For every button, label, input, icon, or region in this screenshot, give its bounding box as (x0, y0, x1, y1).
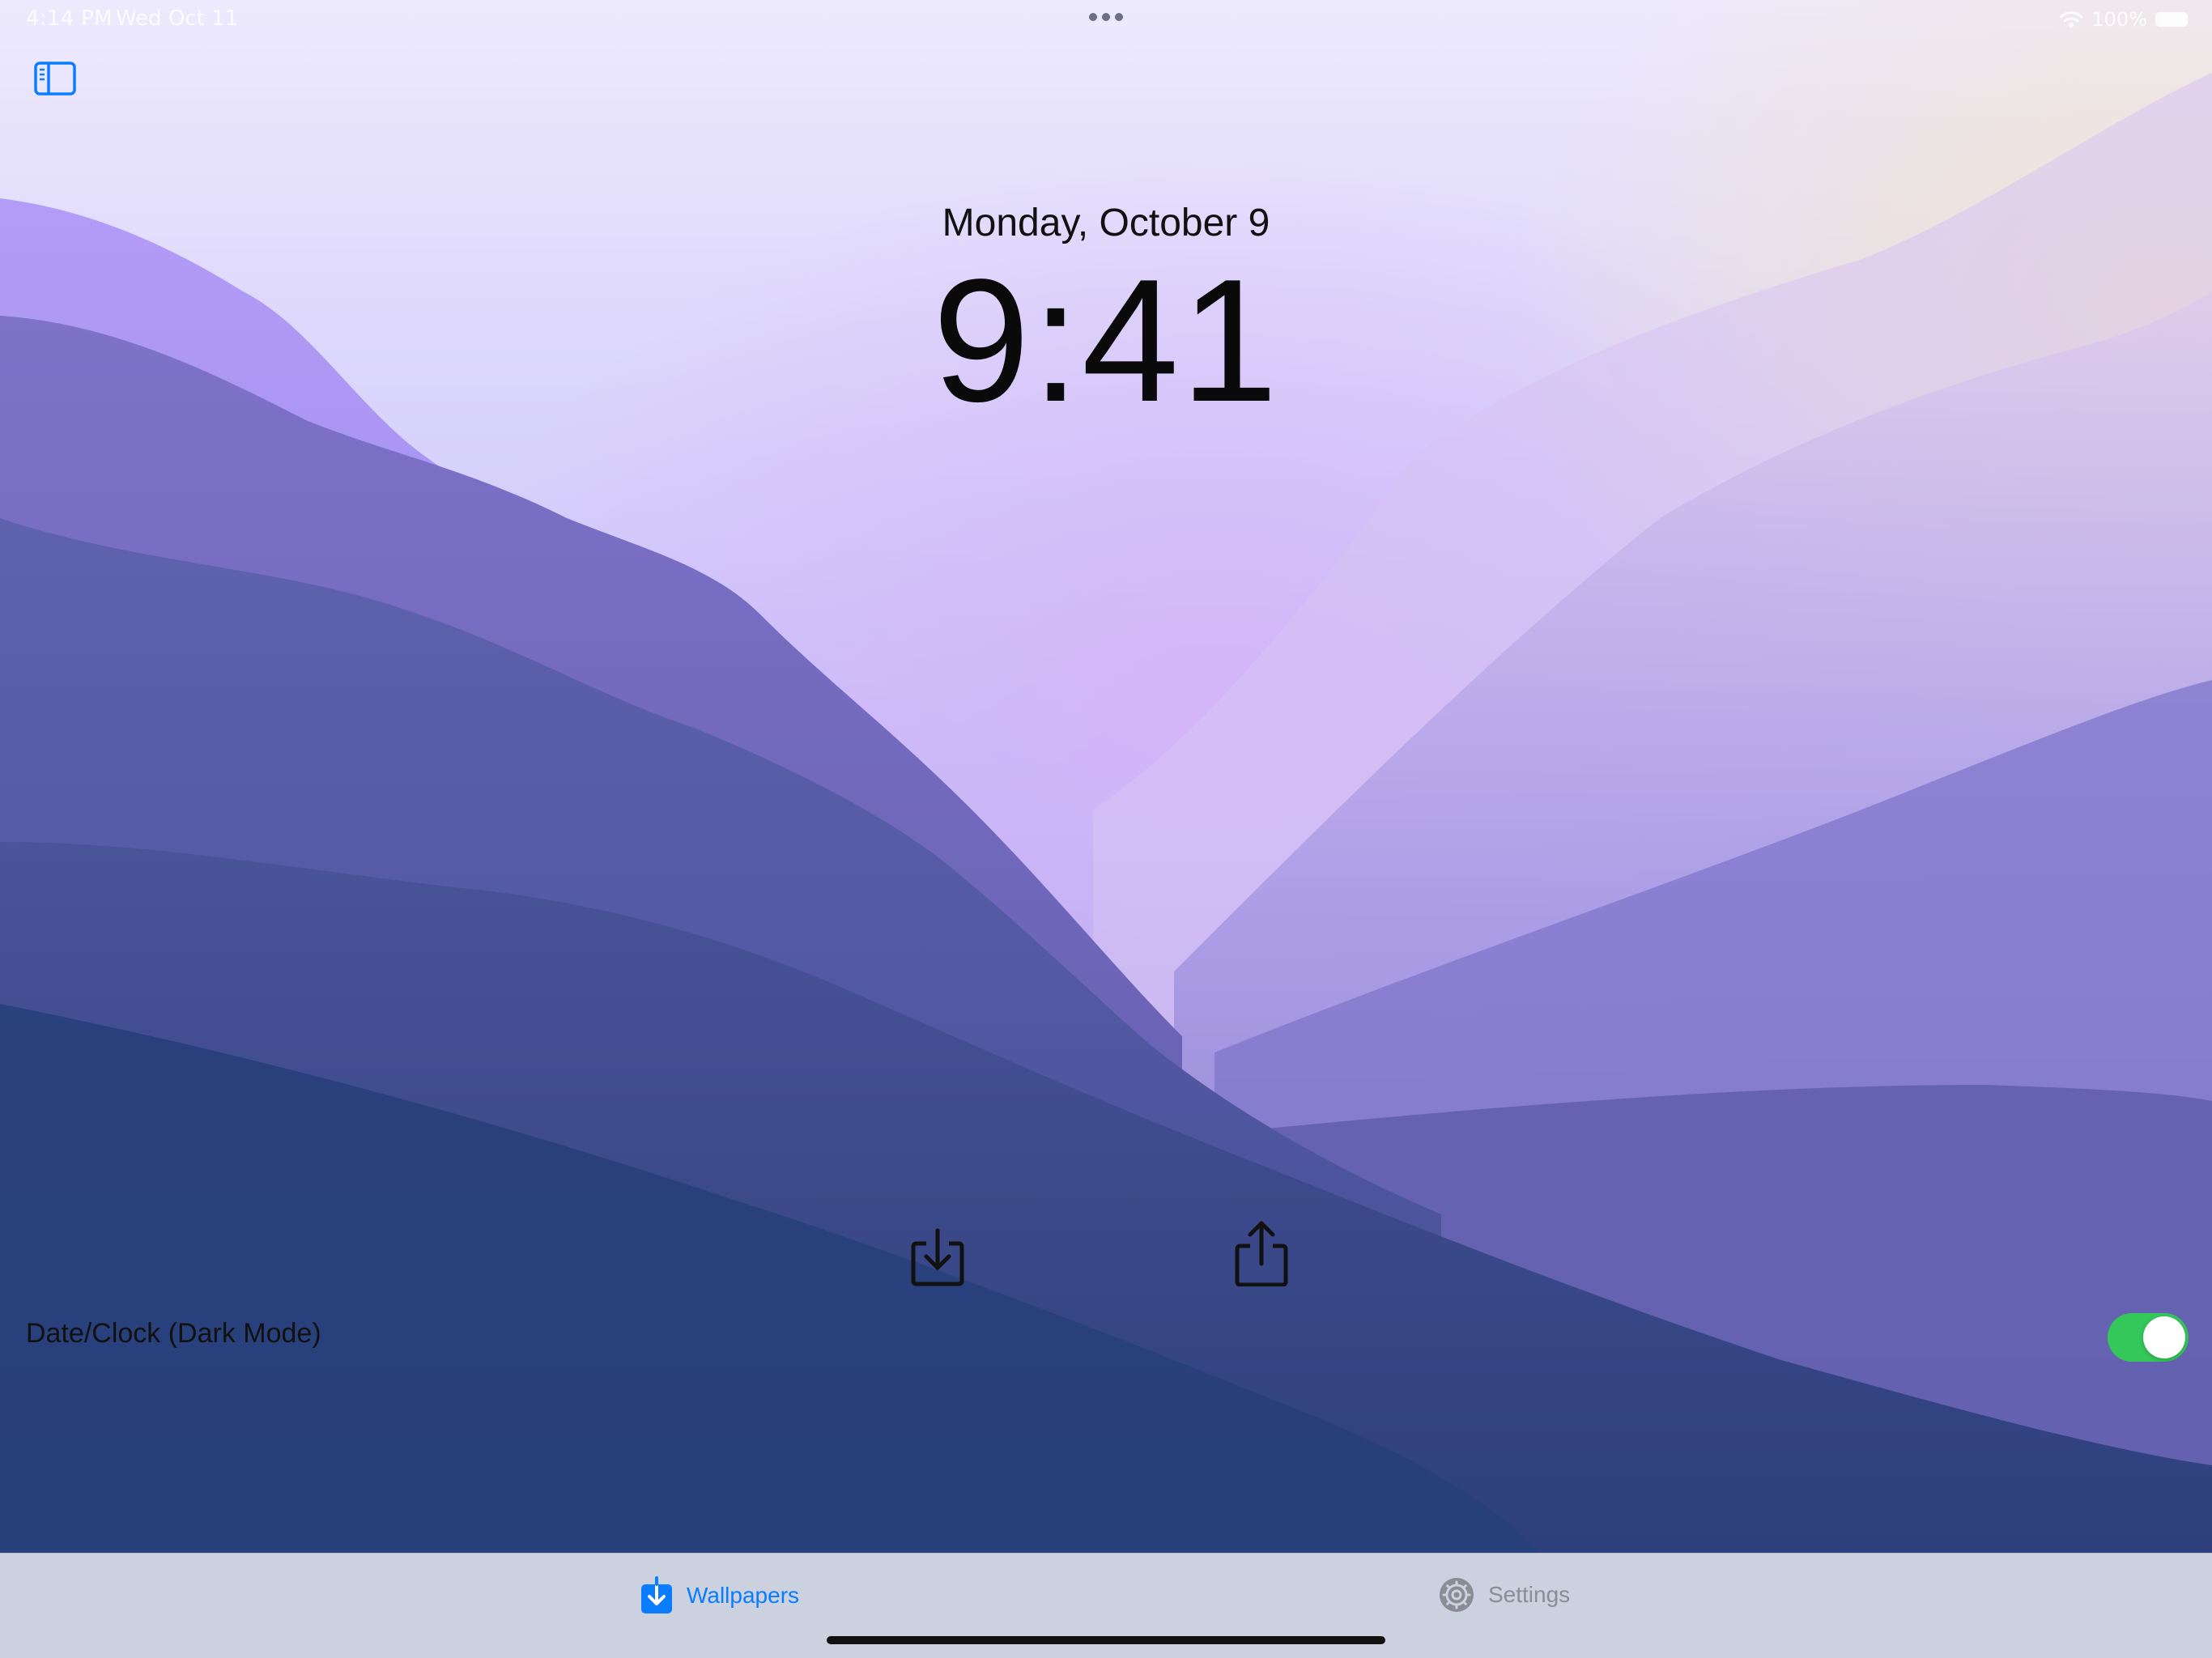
share-icon[interactable] (1229, 1218, 1294, 1286)
status-indicators: 100% (2059, 8, 2188, 31)
status-date: Wed Oct 11 (116, 6, 239, 31)
tab-settings[interactable]: Settings (1438, 1576, 1570, 1613)
home-indicator[interactable] (827, 1636, 1385, 1644)
wifi-icon (2059, 11, 2083, 28)
lock-screen-time: 9:41 (932, 242, 1280, 438)
lock-screen-date: Monday, October 9 (942, 202, 1270, 244)
toggle-knob (2143, 1316, 2185, 1358)
screen: 4:14 PM Wed Oct 11 100% Monday, October … (0, 0, 2212, 1658)
tab-bar: Wallpapers Settings (0, 1553, 2212, 1658)
battery-icon (2155, 12, 2188, 27)
tab-settings-label: Settings (1488, 1582, 1571, 1607)
sidebar-toggle-icon[interactable] (32, 58, 81, 100)
tab-wallpapers-label: Wallpapers (687, 1583, 800, 1608)
multitasking-dots-icon[interactable] (1087, 11, 1125, 23)
battery-percentage: 100% (2091, 8, 2147, 31)
dark-mode-label: Date/Clock (Dark Mode) (26, 1318, 321, 1349)
save-to-photos-icon[interactable] (905, 1222, 970, 1290)
gear-icon (1440, 1578, 1474, 1612)
status-time: 4:14 PM (26, 6, 113, 31)
dark-mode-toggle[interactable] (2108, 1313, 2189, 1362)
tab-wallpapers[interactable]: Wallpapers (640, 1576, 799, 1615)
download-square-icon (641, 1576, 672, 1613)
